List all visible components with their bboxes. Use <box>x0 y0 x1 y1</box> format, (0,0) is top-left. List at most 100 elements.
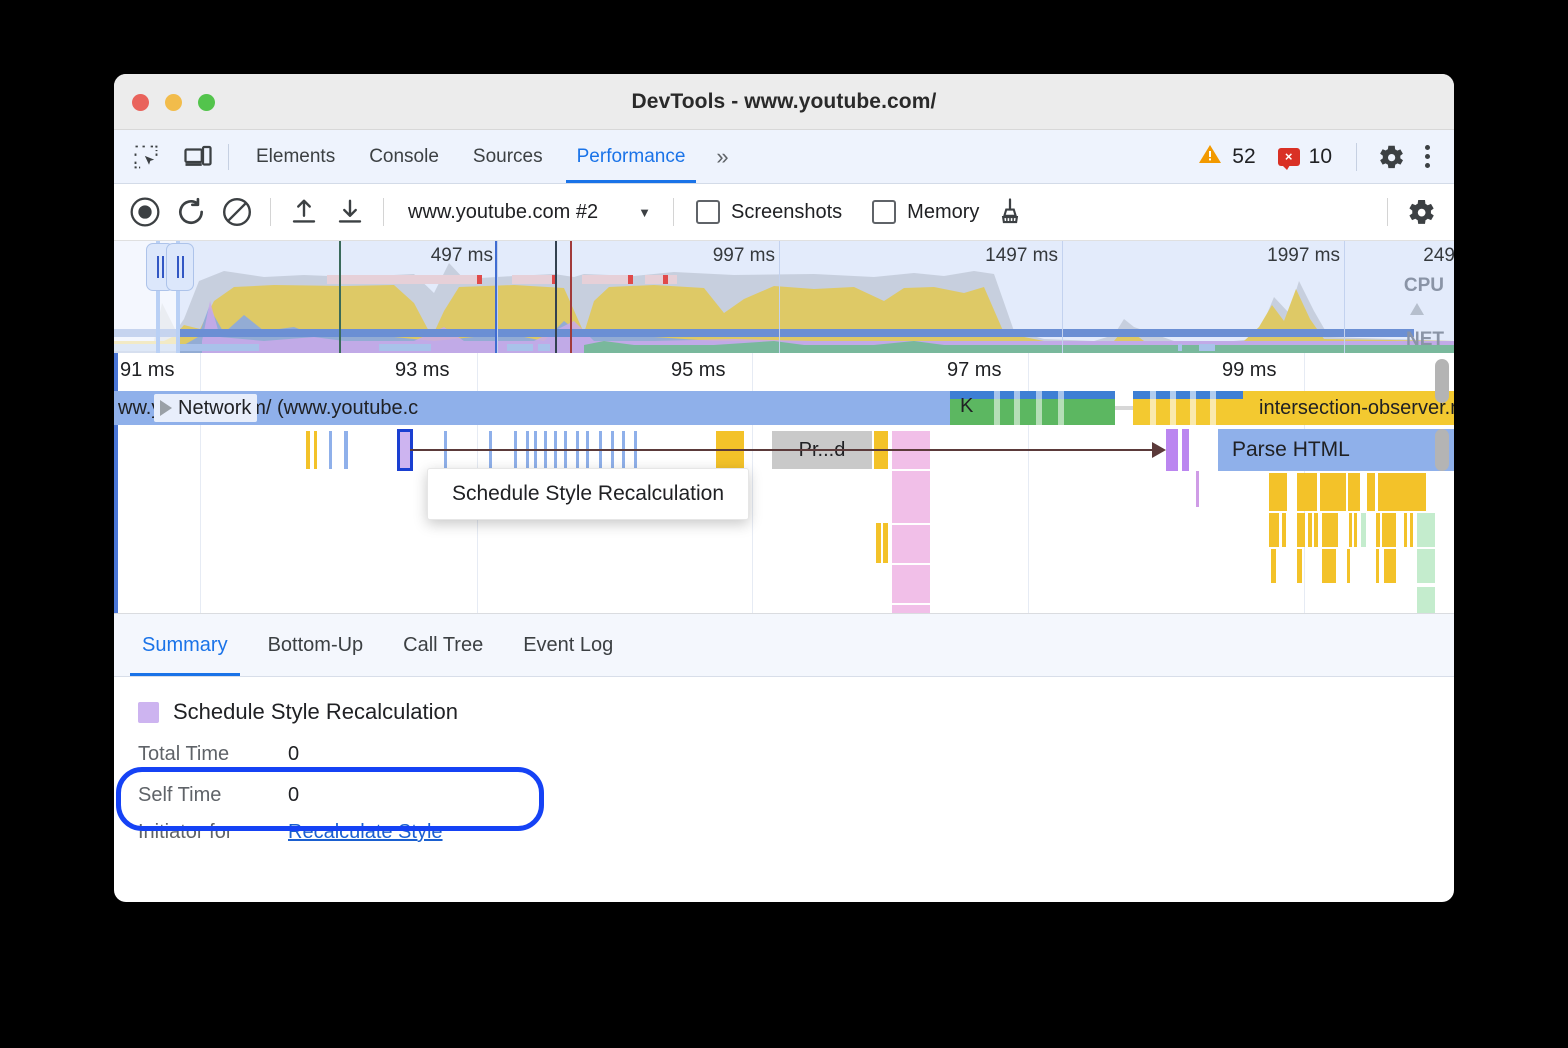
tab-summary[interactable]: Summary <box>122 614 248 676</box>
network-connector <box>1115 406 1133 410</box>
network-green-gap-1 <box>994 391 1000 425</box>
cluster-y-b10[interactable] <box>1382 513 1396 547</box>
errors-status-badge[interactable]: × 10 <box>1278 145 1332 169</box>
capture-settings-gear-icon[interactable] <box>1398 189 1444 235</box>
cluster-y-b9[interactable] <box>1376 513 1380 547</box>
cluster-y-c4[interactable] <box>1347 549 1350 583</box>
cluster-y-b12[interactable] <box>1410 513 1413 547</box>
timeline-overview[interactable]: 497 ms 997 ms 1497 ms 1997 ms 249 CPU NE… <box>114 241 1454 353</box>
event-vline-purple[interactable] <box>1196 471 1199 507</box>
warnings-status-badge[interactable]: 52 <box>1197 142 1255 172</box>
tab-performance[interactable]: Performance <box>560 130 703 183</box>
cluster-y-c3[interactable] <box>1322 549 1336 583</box>
cluster-g-b1[interactable] <box>1361 513 1366 547</box>
overview-tick-3 <box>1062 241 1063 353</box>
cluster-y-c6[interactable] <box>1384 549 1396 583</box>
window-title: DevTools - www.youtube.com/ <box>114 90 1454 114</box>
cluster-g-c1[interactable] <box>1417 549 1435 583</box>
tab-call-tree[interactable]: Call Tree <box>383 614 503 676</box>
cluster-y-b1[interactable] <box>1269 513 1279 547</box>
upload-profile-icon[interactable] <box>281 189 327 235</box>
cluster-y-b6[interactable] <box>1322 513 1338 547</box>
event-schedule-recalc-target-1[interactable] <box>1166 429 1178 471</box>
right-selection-handle[interactable] <box>166 243 194 291</box>
flame-chart[interactable]: 91 ms 93 ms 95 ms 97 ms 99 ms ww.youtube… <box>114 353 1454 614</box>
flame-scrollbar-thumb-bottom[interactable] <box>1435 429 1449 471</box>
memory-checkbox-box <box>872 200 896 224</box>
cluster-y-a4[interactable] <box>1348 473 1360 511</box>
network-track-expand-button[interactable]: Network <box>154 394 257 422</box>
tab-console[interactable]: Console <box>352 130 456 183</box>
cluster-g-d1[interactable] <box>1417 587 1435 614</box>
device-toolbar-icon[interactable] <box>178 137 218 177</box>
cluster-y-c1[interactable] <box>1271 549 1276 583</box>
reload-record-icon[interactable] <box>168 189 214 235</box>
toolbar-divider-4 <box>1387 198 1388 226</box>
tab-sources[interactable]: Sources <box>456 130 560 183</box>
cluster-y-a1[interactable] <box>1269 473 1287 511</box>
event-parse-html[interactable]: Parse HTML <box>1218 429 1454 471</box>
cluster-y-a5[interactable] <box>1367 473 1375 511</box>
inspect-element-icon[interactable] <box>126 137 166 177</box>
event-recalc-pink-4[interactable] <box>892 565 930 603</box>
overview-net-label: NET <box>1406 329 1444 351</box>
total-time-key: Total Time <box>138 743 288 766</box>
cluster-y-b2[interactable] <box>1282 513 1286 547</box>
flame-chart-ruler: 91 ms 93 ms 95 ms 97 ms 99 ms <box>114 353 1454 391</box>
event-script-yellow-3[interactable] <box>876 523 881 563</box>
cluster-y-c5[interactable] <box>1376 549 1379 583</box>
cluster-y-b11[interactable] <box>1404 513 1407 547</box>
tab-event-log[interactable]: Event Log <box>503 614 633 676</box>
summary-event-title: Schedule Style Recalculation <box>138 699 1430 725</box>
flame-scrollbar-thumb-top[interactable] <box>1435 359 1449 403</box>
tab-elements[interactable]: Elements <box>239 130 352 183</box>
event-tick-b1[interactable] <box>329 431 332 469</box>
cluster-y-b4[interactable] <box>1308 513 1312 547</box>
toolbar-divider-1 <box>270 198 271 226</box>
cluster-y-b7[interactable] <box>1349 513 1352 547</box>
event-recalc-pink-2[interactable] <box>892 471 930 523</box>
more-tabs-chevron-icon[interactable]: » <box>702 144 742 170</box>
cluster-y-a6[interactable] <box>1378 473 1426 511</box>
clear-no-entry-icon[interactable] <box>214 189 260 235</box>
error-box-icon: × <box>1278 148 1300 166</box>
cluster-y-b8[interactable] <box>1354 513 1357 547</box>
event-tick-y2[interactable] <box>314 431 317 469</box>
event-script-yellow-4[interactable] <box>883 523 888 563</box>
event-recalc-pink-5[interactable] <box>892 605 930 614</box>
tab-bottom-up[interactable]: Bottom-Up <box>248 614 384 676</box>
overview-tick-4 <box>1344 241 1345 353</box>
warnings-count: 52 <box>1232 145 1255 169</box>
event-tick-y1[interactable] <box>306 431 310 469</box>
network-js-gap-4 <box>1210 391 1216 425</box>
network-js-gap-3 <box>1190 391 1196 425</box>
event-schedule-recalc-target-2[interactable] <box>1182 429 1189 471</box>
net-band-sub-5 <box>1178 344 1182 351</box>
memory-checkbox[interactable]: Memory <box>872 200 979 224</box>
screenshots-checkbox[interactable]: Screenshots <box>696 200 842 224</box>
event-recalc-pink-3[interactable] <box>892 525 930 563</box>
total-time-value: 0 <box>288 743 299 766</box>
tabstrip-right-group: 52 × 10 <box>1197 137 1454 177</box>
cluster-y-a3[interactable] <box>1320 473 1346 511</box>
network-js-gap-2 <box>1170 391 1176 425</box>
record-circle-icon[interactable] <box>122 189 168 235</box>
gear-icon[interactable] <box>1371 137 1411 177</box>
tab-bottom-up-label: Bottom-Up <box>268 634 364 657</box>
summary-row-self-time: Self Time 0 <box>138 784 1430 807</box>
cluster-g-b2[interactable] <box>1417 513 1435 547</box>
event-tick-b2[interactable] <box>344 431 348 469</box>
initiator-recalculate-style-link[interactable]: Recalculate Style <box>288 821 443 844</box>
collect-garbage-broom-icon[interactable] <box>987 189 1033 235</box>
cluster-y-c2[interactable] <box>1297 549 1302 583</box>
event-color-swatch <box>138 702 159 723</box>
cluster-y-b5[interactable] <box>1314 513 1318 547</box>
download-profile-icon[interactable] <box>327 189 373 235</box>
profile-select[interactable]: www.youtube.com #2 ▼ <box>408 201 651 224</box>
kebab-menu-icon[interactable] <box>1411 145 1444 168</box>
cluster-y-b3[interactable] <box>1297 513 1305 547</box>
warning-triangle-icon <box>1197 142 1223 172</box>
cluster-y-a2[interactable] <box>1297 473 1317 511</box>
event-tooltip-label: Schedule Style Recalculation <box>452 482 724 505</box>
overview-tick-label-4: 1997 ms <box>1267 245 1344 267</box>
